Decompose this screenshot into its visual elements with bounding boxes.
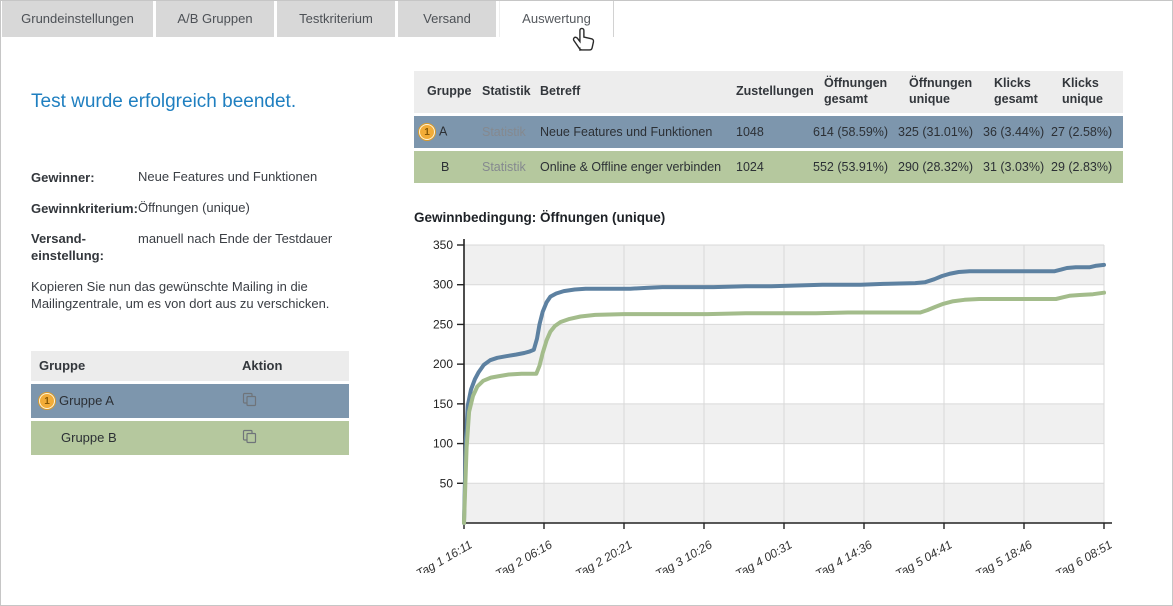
x-tick-label: Tag 2 06:16 — [493, 537, 555, 573]
col-klicks-unique: Klicks unique — [1049, 71, 1123, 113]
win-criterion-field: Gewinnkriterium: Öffnungen (unique) — [31, 200, 349, 218]
ab-test-evaluation-window: Grundeinstellungen A/B Gruppen Testkrite… — [0, 0, 1173, 606]
winner-value: Neue Features und Funktionen — [138, 169, 317, 184]
row-b-betreff: Online & Offline enger verbinden — [527, 151, 723, 183]
tab-testkriterium[interactable]: Testkriterium — [277, 1, 395, 37]
groups-table: Gruppe Aktion 1 Gruppe A — [31, 348, 349, 458]
chart-gewinnbedingung: 50 100 150 200 250 300 350 Tag 1 16:11 Tag 2 06:… — [414, 233, 1123, 573]
statistik-link-b[interactable]: Statistik — [482, 160, 526, 174]
winner-field: Gewinner: Neue Features und Funktionen — [31, 169, 349, 187]
results-row-a: 1A Statistik Neue Features und Funktione… — [414, 116, 1123, 148]
col-gruppe: Gruppe — [414, 71, 469, 113]
hand-cursor-icon — [571, 27, 597, 60]
copy-group-a-button[interactable] — [242, 392, 257, 410]
y-tick-label: 250 — [433, 317, 453, 331]
winner-medal-icon: 1 — [419, 124, 435, 140]
copy-icon — [242, 429, 257, 444]
winner-label: Gewinner: — [31, 170, 133, 187]
y-tick-label: 100 — [433, 437, 453, 451]
x-tick-label: Tag 6 08:51 — [1053, 537, 1115, 573]
y-tick-label: 200 — [433, 357, 453, 371]
row-a-oeffnungen-gesamt: 614 (58.59%) — [811, 116, 896, 148]
row-b-oeffnungen-gesamt: 552 (53.91%) — [811, 151, 896, 183]
x-tick-label: Tag 5 04:41 — [893, 537, 955, 573]
results-row-b: B Statistik Online & Offline enger verbi… — [414, 151, 1123, 183]
row-a-oeffnungen-unique: 325 (31.01%) — [896, 116, 981, 148]
tab-versand[interactable]: Versand — [398, 1, 496, 37]
chart-title: Gewinnbedingung: Öffnungen (unique) — [414, 210, 1123, 225]
results-table: Gruppe Statistik Betreff Zustellungen Öf… — [414, 68, 1123, 186]
y-tick-label: 350 — [433, 238, 453, 252]
copy-instruction-note: Kopieren Sie nun das gewünschte Mailing … — [31, 278, 343, 313]
copy-icon — [242, 392, 257, 407]
groups-col-aktion: Aktion — [236, 351, 349, 381]
group-a-name: Gruppe A — [59, 393, 114, 408]
group-b-name: Gruppe B — [61, 430, 117, 445]
tab-grundeinstellungen[interactable]: Grundeinstellungen — [2, 1, 153, 37]
x-tick-label: Tag 3 10:26 — [653, 537, 715, 573]
row-b-zustellungen: 1024 — [723, 151, 811, 183]
result-fields: Gewinner: Neue Features und Funktionen G… — [31, 169, 349, 265]
groups-col-gruppe: Gruppe — [31, 351, 236, 381]
y-tick-label: 50 — [440, 476, 454, 490]
row-a-klicks-unique: 27 (2.58%) — [1049, 116, 1123, 148]
send-setting-value: manuell nach Ende der Testdauer — [138, 231, 332, 246]
main-panel: Gruppe Statistik Betreff Zustellungen Öf… — [414, 68, 1123, 573]
y-tick-label: 300 — [433, 278, 453, 292]
row-a-gruppe: A — [439, 124, 447, 138]
x-tick-label: Tag 1 16:11 — [414, 537, 475, 573]
row-b-klicks-unique: 29 (2.83%) — [1049, 151, 1123, 183]
row-a-zustellungen: 1048 — [723, 116, 811, 148]
win-criterion-value: Öffnungen (unique) — [138, 200, 250, 215]
x-tick-label: Tag 4 14:36 — [813, 537, 875, 573]
col-statistik: Statistik — [469, 71, 527, 113]
send-setting-field: Versand-einstellung: manuell nach Ende d… — [31, 231, 349, 265]
row-b-oeffnungen-unique: 290 (28.32%) — [896, 151, 981, 183]
line-chart: 50 100 150 200 250 300 350 Tag 1 16:11 Tag 2 06:… — [414, 233, 1123, 573]
row-b-klicks-gesamt: 31 (3.03%) — [981, 151, 1049, 183]
x-tick-label: Tag 5 18:46 — [973, 537, 1035, 573]
groups-table-header: Gruppe Aktion — [31, 351, 349, 381]
left-panel: Test wurde erfolgreich beendet. Gewinner… — [31, 91, 349, 458]
row-b-gruppe: B — [441, 160, 449, 174]
tab-ab-gruppen[interactable]: A/B Gruppen — [156, 1, 274, 37]
results-header-row: Gruppe Statistik Betreff Zustellungen Öf… — [414, 71, 1123, 113]
row-a-betreff: Neue Features und Funktionen — [527, 116, 723, 148]
send-setting-label: Versand-einstellung: — [31, 231, 133, 265]
test-result-heading: Test wurde erfolgreich beendet. — [31, 91, 349, 113]
col-klicks-gesamt: Klicks gesamt — [981, 71, 1049, 113]
statistik-link-a[interactable]: Statistik — [482, 125, 526, 139]
group-row-a[interactable]: 1 Gruppe A — [31, 384, 349, 418]
col-zustellungen: Zustellungen — [723, 71, 811, 113]
y-tick-label: 150 — [433, 397, 453, 411]
col-betreff: Betreff — [527, 71, 723, 113]
row-a-klicks-gesamt: 36 (3.44%) — [981, 116, 1049, 148]
x-tick-label: Tag 4 00:31 — [733, 537, 795, 573]
group-row-b[interactable]: Gruppe B — [31, 421, 349, 455]
winner-medal-icon: 1 — [39, 393, 55, 409]
x-tick-label: Tag 2 20:21 — [573, 537, 635, 573]
col-oeffnungen-gesamt: Öffnungen gesamt — [811, 71, 896, 113]
col-oeffnungen-unique: Öffnungen unique — [896, 71, 981, 113]
copy-group-b-button[interactable] — [242, 429, 257, 447]
win-criterion-label: Gewinnkriterium: — [31, 201, 133, 218]
